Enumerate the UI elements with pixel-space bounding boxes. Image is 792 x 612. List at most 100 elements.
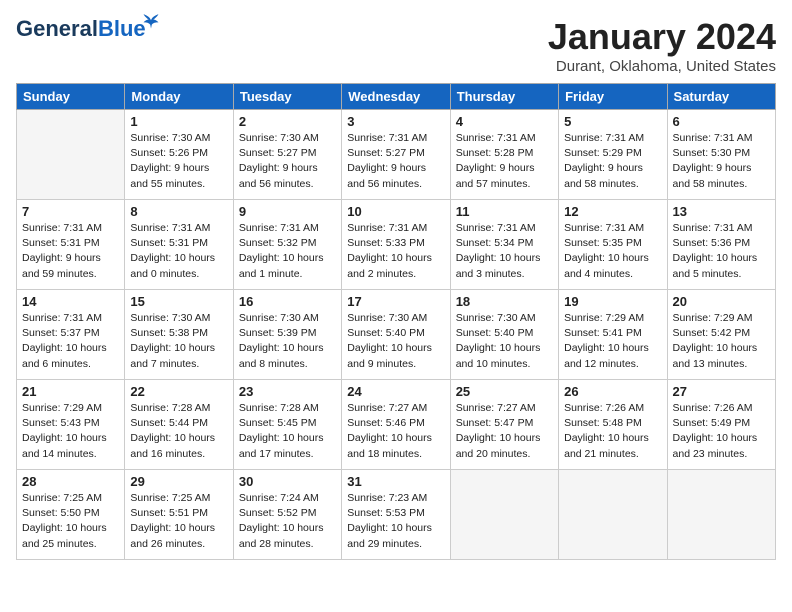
day-info: Sunrise: 7:31 AMSunset: 5:31 PMDaylight:… (130, 221, 227, 282)
day-number: 17 (347, 294, 444, 309)
calendar-week-1: 1 Sunrise: 7:30 AMSunset: 5:26 PMDaylight… (17, 110, 776, 200)
day-number: 2 (239, 114, 336, 129)
day-info: Sunrise: 7:31 AMSunset: 5:32 PMDaylight:… (239, 221, 336, 282)
calendar-cell: 16 Sunrise: 7:30 AMSunset: 5:39 PMDayligh… (233, 290, 341, 380)
day-number: 19 (564, 294, 661, 309)
day-info: Sunrise: 7:23 AMSunset: 5:53 PMDaylight:… (347, 491, 444, 552)
calendar-cell: 17 Sunrise: 7:30 AMSunset: 5:40 PMDayligh… (342, 290, 450, 380)
day-info: Sunrise: 7:31 AMSunset: 5:34 PMDaylight:… (456, 221, 553, 282)
calendar-cell (667, 470, 775, 560)
calendar-cell: 30Sunrise: 7:24 AMSunset: 5:52 PMDayligh… (233, 470, 341, 560)
day-number: 3 (347, 114, 444, 129)
day-number: 8 (130, 204, 227, 219)
calendar-week-4: 21Sunrise: 7:29 AMSunset: 5:43 PMDayligh… (17, 380, 776, 470)
header-tuesday: Tuesday (233, 84, 341, 110)
calendar-cell (17, 110, 125, 200)
day-number: 10 (347, 204, 444, 219)
calendar-cell: 8 Sunrise: 7:31 AMSunset: 5:31 PMDaylight… (125, 200, 233, 290)
calendar-cell: 21Sunrise: 7:29 AMSunset: 5:43 PMDayligh… (17, 380, 125, 470)
day-info: Sunrise: 7:31 AMSunset: 5:29 PMDaylight:… (564, 131, 661, 192)
calendar-cell: 22 Sunrise: 7:28 AMSunset: 5:44 PMDayligh… (125, 380, 233, 470)
day-info: Sunrise: 7:26 AMSunset: 5:48 PMDaylight:… (564, 401, 661, 462)
day-info: Sunrise: 7:31 AMSunset: 5:28 PMDaylight:… (456, 131, 553, 192)
calendar-cell: 5 Sunrise: 7:31 AMSunset: 5:29 PMDaylight… (559, 110, 667, 200)
calendar-cell: 29Sunrise: 7:25 AMSunset: 5:51 PMDayligh… (125, 470, 233, 560)
calendar-week-2: 7 Sunrise: 7:31 AMSunset: 5:31 PMDaylight… (17, 200, 776, 290)
day-info: Sunrise: 7:25 AMSunset: 5:50 PMDaylight:… (22, 491, 119, 552)
calendar-cell: 26 Sunrise: 7:26 AMSunset: 5:48 PMDayligh… (559, 380, 667, 470)
day-info: Sunrise: 7:28 AMSunset: 5:45 PMDaylight:… (239, 401, 336, 462)
day-number: 15 (130, 294, 227, 309)
header-monday: Monday (125, 84, 233, 110)
calendar-body: 1 Sunrise: 7:30 AMSunset: 5:26 PMDaylight… (17, 110, 776, 560)
day-info: Sunrise: 7:30 AMSunset: 5:27 PMDaylight:… (239, 131, 336, 192)
calendar-cell: 18Sunrise: 7:30 AMSunset: 5:40 PMDayligh… (450, 290, 558, 380)
day-number: 20 (673, 294, 770, 309)
day-number: 26 (564, 384, 661, 399)
day-info: Sunrise: 7:31 AMSunset: 5:36 PMDaylight:… (673, 221, 770, 282)
calendar-cell: 19 Sunrise: 7:29 AMSunset: 5:41 PMDayligh… (559, 290, 667, 380)
day-number: 23 (239, 384, 336, 399)
day-info: Sunrise: 7:29 AMSunset: 5:42 PMDaylight:… (673, 311, 770, 372)
title-area: January 2024 Durant, Oklahoma, United St… (548, 16, 776, 75)
day-number: 9 (239, 204, 336, 219)
calendar-cell: 23 Sunrise: 7:28 AMSunset: 5:45 PMDayligh… (233, 380, 341, 470)
calendar-week-3: 14 Sunrise: 7:31 AMSunset: 5:37 PMDayligh… (17, 290, 776, 380)
header-saturday: Saturday (667, 84, 775, 110)
day-info: Sunrise: 7:30 AMSunset: 5:26 PMDaylight:… (130, 131, 227, 192)
day-number: 4 (456, 114, 553, 129)
calendar-cell: 10 Sunrise: 7:31 AMSunset: 5:33 PMDayligh… (342, 200, 450, 290)
day-info: Sunrise: 7:29 AMSunset: 5:41 PMDaylight:… (564, 311, 661, 372)
header-thursday: Thursday (450, 84, 558, 110)
day-info: Sunrise: 7:31 AMSunset: 5:37 PMDaylight:… (22, 311, 119, 372)
calendar-cell: 31 Sunrise: 7:23 AMSunset: 5:53 PMDayligh… (342, 470, 450, 560)
day-info: Sunrise: 7:31 AMSunset: 5:33 PMDaylight:… (347, 221, 444, 282)
calendar-table: SundayMondayTuesdayWednesdayThursdayFrid… (16, 83, 776, 560)
calendar-cell: 28 Sunrise: 7:25 AMSunset: 5:50 PMDayligh… (17, 470, 125, 560)
calendar-cell (559, 470, 667, 560)
day-number: 31 (347, 474, 444, 489)
calendar-cell: 6 Sunrise: 7:31 AMSunset: 5:30 PMDaylight… (667, 110, 775, 200)
day-number: 22 (130, 384, 227, 399)
calendar-cell (450, 470, 558, 560)
day-number: 11 (456, 204, 553, 219)
calendar-cell: 4 Sunrise: 7:31 AMSunset: 5:28 PMDaylight… (450, 110, 558, 200)
calendar-cell: 12 Sunrise: 7:31 AMSunset: 5:35 PMDayligh… (559, 200, 667, 290)
header-friday: Friday (559, 84, 667, 110)
day-info: Sunrise: 7:30 AMSunset: 5:39 PMDaylight:… (239, 311, 336, 372)
day-info: Sunrise: 7:30 AMSunset: 5:40 PMDaylight:… (347, 311, 444, 372)
month-title: January 2024 (548, 16, 776, 58)
calendar-cell: 2 Sunrise: 7:30 AMSunset: 5:27 PMDaylight… (233, 110, 341, 200)
day-info: Sunrise: 7:28 AMSunset: 5:44 PMDaylight:… (130, 401, 227, 462)
day-number: 30 (239, 474, 336, 489)
day-info: Sunrise: 7:26 AMSunset: 5:49 PMDaylight:… (673, 401, 770, 462)
day-number: 18 (456, 294, 553, 309)
day-info: Sunrise: 7:31 AMSunset: 5:35 PMDaylight:… (564, 221, 661, 282)
calendar-cell: 24 Sunrise: 7:27 AMSunset: 5:46 PMDayligh… (342, 380, 450, 470)
location: Durant, Oklahoma, United States (548, 58, 776, 75)
day-number: 24 (347, 384, 444, 399)
day-number: 25 (456, 384, 553, 399)
day-number: 14 (22, 294, 119, 309)
logo-part1: General (16, 16, 98, 41)
day-number: 7 (22, 204, 119, 219)
day-info: Sunrise: 7:25 AMSunset: 5:51 PMDaylight:… (130, 491, 227, 552)
calendar-header-row: SundayMondayTuesdayWednesdayThursdayFrid… (17, 84, 776, 110)
calendar-cell: 9 Sunrise: 7:31 AMSunset: 5:32 PMDaylight… (233, 200, 341, 290)
calendar-cell: 14 Sunrise: 7:31 AMSunset: 5:37 PMDayligh… (17, 290, 125, 380)
calendar-cell: 15Sunrise: 7:30 AMSunset: 5:38 PMDayligh… (125, 290, 233, 380)
calendar-cell: 20 Sunrise: 7:29 AMSunset: 5:42 PMDayligh… (667, 290, 775, 380)
day-info: Sunrise: 7:31 AMSunset: 5:30 PMDaylight:… (673, 131, 770, 192)
day-number: 12 (564, 204, 661, 219)
day-number: 16 (239, 294, 336, 309)
day-number: 27 (673, 384, 770, 399)
header-wednesday: Wednesday (342, 84, 450, 110)
day-number: 5 (564, 114, 661, 129)
day-info: Sunrise: 7:27 AMSunset: 5:46 PMDaylight:… (347, 401, 444, 462)
day-number: 28 (22, 474, 119, 489)
calendar-cell: 13Sunrise: 7:31 AMSunset: 5:36 PMDayligh… (667, 200, 775, 290)
day-number: 6 (673, 114, 770, 129)
day-number: 1 (130, 114, 227, 129)
calendar-cell: 25Sunrise: 7:27 AMSunset: 5:47 PMDayligh… (450, 380, 558, 470)
logo-bird-icon (142, 12, 160, 30)
